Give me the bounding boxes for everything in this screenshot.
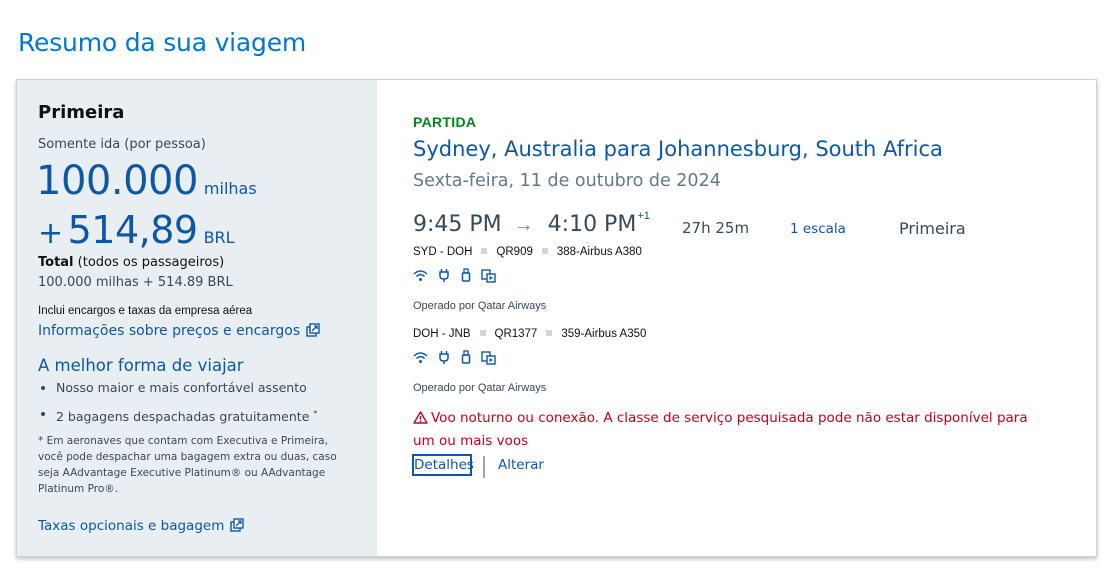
- change-link[interactable]: Alterar: [498, 457, 544, 473]
- flight-duration: 27h 25m: [682, 219, 750, 237]
- flight-date: Sexta-feira, 11 de outubro de 2024: [413, 171, 721, 191]
- total-label: Total: [38, 255, 74, 270]
- overnight-warning: Voo noturno ou conexão. A classe de serv…: [413, 408, 1053, 452]
- day-offset: +1: [637, 210, 650, 222]
- wifi-icon: [413, 351, 428, 369]
- segment-route: DOH - JNB: [413, 328, 471, 340]
- total-value: 100.000 milhas + 514.89 BRL: [38, 275, 233, 290]
- route-title: Sydney, Australia para Johannesburg, Sou…: [413, 137, 943, 161]
- stops-link[interactable]: 1 escala: [790, 221, 846, 237]
- trip-summary-card: Primeira Somente ida (por pessoa) 100.00…: [16, 79, 1097, 557]
- flight-number: QR909: [496, 246, 533, 258]
- separator-dot: [479, 330, 486, 336]
- wifi-icon: [413, 269, 428, 287]
- arrow-right-icon: →: [513, 214, 534, 236]
- baggage-footnote: * Em aeronaves que contam com Executiva …: [38, 435, 337, 495]
- external-link-icon: [230, 518, 245, 536]
- operated-by: Operado por Qatar Airways: [413, 382, 547, 394]
- flight-details-panel: PARTIDA Sydney, Australia para Johannesb…: [377, 80, 1096, 556]
- page-title: Resumo da sua viagem: [18, 28, 307, 57]
- power-plug-icon: [438, 268, 450, 288]
- price-info-link[interactable]: Informações sobre preços e encargos: [38, 323, 320, 341]
- footnote-mark: *: [313, 409, 318, 418]
- segment-line: DOH - JNB QR1377 359-Airbus A350: [413, 328, 646, 340]
- trip-type: Somente ida (por pessoa): [38, 137, 206, 152]
- miles-price: 100.000 milhas: [36, 158, 257, 204]
- external-link-icon: [306, 323, 320, 341]
- fees-note: Inclui encargos e taxas da empresa aérea: [38, 305, 253, 317]
- separator-dot: [546, 330, 553, 336]
- cabin-class: Primeira: [899, 219, 966, 238]
- currency: BRL: [203, 228, 235, 247]
- entertainment-icon: [481, 350, 497, 370]
- usb-icon: [461, 350, 471, 370]
- miles-amount: 100.000: [36, 158, 198, 204]
- action-divider: [483, 456, 485, 478]
- warning-icon: [413, 410, 428, 431]
- aircraft: 359-Airbus A350: [561, 328, 647, 340]
- warning-text: Voo noturno ou conexão. A classe de serv…: [413, 410, 1028, 449]
- total-label-line: Total (todos os passageiros): [38, 255, 224, 270]
- amenities: [413, 350, 502, 366]
- optional-fees-link-label: Taxas opcionais e bagagem: [38, 518, 225, 534]
- usb-icon: [461, 268, 471, 288]
- best-way-title: A melhor forma de viajar: [38, 356, 244, 375]
- segment-route: SYD - DOH: [413, 246, 473, 258]
- power-plug-icon: [438, 350, 450, 370]
- flight-times: 9:45 PM → 4:10 PM+1: [413, 210, 650, 240]
- benefit-item: 2 bagagens despachadas gratuitamente *: [38, 405, 317, 431]
- cabin-title: Primeira: [38, 102, 125, 123]
- aircraft: 388-Airbus A380: [556, 246, 642, 258]
- segment-line: SYD - DOH QR909 388-Airbus A380: [413, 246, 642, 258]
- arrival-time: 4:10 PM: [547, 212, 637, 237]
- details-button[interactable]: Detalhes: [412, 454, 474, 476]
- optional-fees-link[interactable]: Taxas opcionais e bagagem: [38, 518, 245, 536]
- operated-by: Operado por Qatar Airways: [413, 300, 547, 312]
- miles-unit: milhas: [203, 179, 257, 198]
- separator-dot: [541, 248, 548, 254]
- benefit-item: Nosso maior e mais confortável assento: [38, 379, 317, 405]
- price-info-link-label: Informações sobre preços e encargos: [38, 323, 301, 339]
- benefits-list: Nosso maior e mais confortável assento 2…: [38, 379, 317, 431]
- total-suffix: (todos os passageiros): [73, 255, 225, 270]
- amenities: [413, 268, 502, 284]
- entertainment-icon: [481, 268, 497, 288]
- separator-dot: [481, 248, 488, 254]
- departure-time: 9:45 PM: [413, 212, 502, 237]
- cash-price: + 514,89 BRL: [38, 208, 235, 252]
- direction-label: PARTIDA: [413, 114, 477, 130]
- price-summary-panel: Primeira Somente ida (por pessoa) 100.00…: [17, 80, 377, 556]
- plus-sign: +: [38, 216, 64, 251]
- flight-number: QR1377: [494, 328, 538, 340]
- cash-amount: 514,89: [67, 208, 198, 252]
